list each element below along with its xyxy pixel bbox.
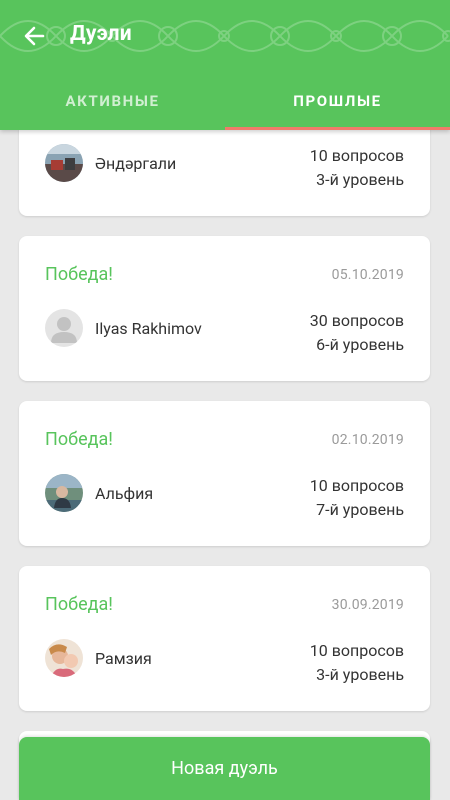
- duel-result: Победа!: [45, 264, 113, 285]
- duel-card[interactable]: Победа! 30.09.2019 Рамзия 10 вопросов 3-…: [19, 566, 430, 711]
- question-count: 30 вопросов: [309, 311, 404, 330]
- duel-level: 3-й уровень: [316, 170, 404, 189]
- duel-card[interactable]: Победа! 05.10.2019 Ilyas Rakhimov 30 воп…: [19, 236, 430, 381]
- opponent-avatar: [45, 639, 83, 677]
- duel-stats: 10 вопросов 7-й уровень: [310, 474, 404, 522]
- tab-bar: АКТИВНЫЕ ПРОШЛЫЕ: [0, 72, 450, 130]
- duel-result: Победа!: [45, 429, 113, 450]
- opponent-avatar: [45, 144, 83, 182]
- page-title: Дуэли: [70, 22, 132, 46]
- question-count: 10 вопросов: [309, 641, 404, 660]
- duel-date: 30.09.2019: [331, 597, 404, 613]
- tab-past[interactable]: ПРОШЛЫЕ: [225, 72, 450, 130]
- opponent-name: Альфия: [95, 484, 154, 503]
- duel-level: 3-й уровень: [316, 665, 404, 684]
- back-button[interactable]: [18, 20, 50, 52]
- ornament-pattern: [0, 20, 450, 52]
- duels-screen: Әндәргали 10 вопросов 3-й уровень Победа…: [0, 0, 450, 800]
- opponent-avatar: [45, 309, 83, 347]
- duel-card[interactable]: Победа! 02.10.2019 Альфия 10 вопросов 7-…: [19, 401, 430, 546]
- duel-level: 7-й уровень: [316, 500, 404, 519]
- opponent-name: Ilyas Rakhimov: [95, 319, 202, 338]
- opponent-avatar: [45, 474, 83, 512]
- tab-active[interactable]: АКТИВНЫЕ: [0, 72, 225, 130]
- app-header: Дуэли АКТИВНЫЕ ПРОШЛЫЕ: [0, 0, 450, 130]
- question-count: 10 вопросов: [309, 146, 404, 165]
- duel-stats: 30 вопросов 6-й уровень: [310, 309, 404, 357]
- duel-stats: 10 вопросов 3-й уровень: [310, 144, 404, 192]
- arrow-left-icon: [24, 26, 45, 46]
- duel-result: Победа!: [45, 594, 113, 615]
- duel-stats: 10 вопросов 3-й уровень: [310, 639, 404, 687]
- new-duel-button[interactable]: Новая дуэль: [19, 737, 430, 800]
- duel-level: 6-й уровень: [316, 335, 404, 354]
- question-count: 10 вопросов: [309, 476, 404, 495]
- opponent-name: Рамзия: [95, 649, 152, 668]
- duel-date: 02.10.2019: [331, 432, 404, 448]
- opponent-name: Әндәргали: [95, 154, 177, 173]
- duel-date: 05.10.2019: [331, 267, 404, 283]
